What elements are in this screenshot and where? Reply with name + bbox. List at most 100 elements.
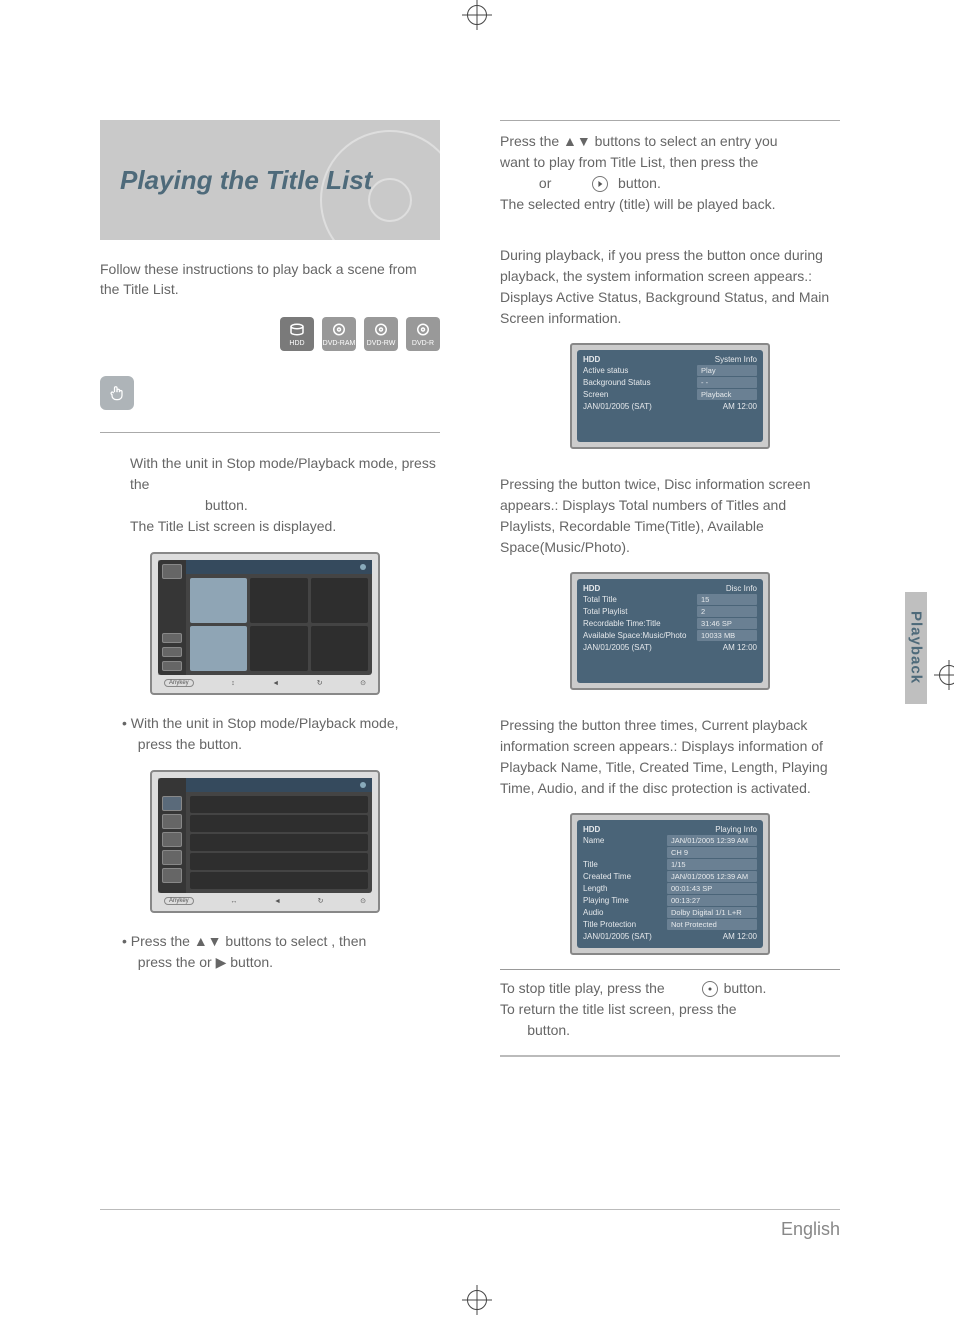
osd-nav-icon: ↻: [317, 679, 323, 687]
osd-side-icon: [162, 647, 182, 657]
osd-menu-icon: [162, 796, 182, 811]
osd-header-dot-icon: [360, 564, 366, 570]
p1-c: or: [539, 175, 590, 191]
osd-side-icon: [162, 661, 182, 671]
row-val: 2: [697, 606, 757, 617]
osd-side-icon: [162, 564, 182, 579]
osd-thumb: [190, 578, 247, 623]
row-label: Active status: [583, 366, 693, 375]
panel-date: JAN/01/2005 (SAT): [583, 643, 652, 652]
row-val: Dolby Digital 1/1 L+R: [667, 907, 757, 918]
hdd-icon: HDD: [280, 317, 314, 351]
dvd-rw-icon: DVD-RW: [364, 317, 398, 351]
bullet1-line2: press the button.: [138, 736, 242, 752]
osd-library: Anykey ↔ ◄ ↻ ⊙: [150, 770, 380, 913]
panel-time: AM 12:00: [723, 402, 757, 411]
hand-touch-icon: [100, 376, 134, 410]
system-info-panel: HDD System Info Active statusPlay Backgr…: [570, 343, 770, 449]
row-label: Playing Time: [583, 896, 663, 905]
row-val: 1/15: [667, 859, 757, 870]
panel-title-right: Playing Info: [715, 825, 757, 834]
row-val: 10033 MB: [697, 630, 757, 641]
info-once: During playback, if you press the button…: [500, 245, 840, 329]
bullet2-line1: Press the ▲▼ buttons to select , then: [131, 933, 367, 949]
panel-date: JAN/01/2005 (SAT): [583, 932, 652, 941]
divider: [100, 432, 440, 433]
anykey-badge: Anykey: [164, 679, 194, 687]
footer: English: [100, 1219, 840, 1240]
dvd-rw-label: DVD-RW: [367, 340, 396, 347]
crop-mark-bottom: [457, 1280, 497, 1320]
panel-title-right: Disc Info: [726, 584, 757, 593]
divider: [500, 120, 840, 121]
osd-cell: [311, 626, 368, 671]
osd-row: [190, 796, 368, 813]
play-circle-icon: [592, 176, 608, 192]
crop-mark-top: [457, 0, 497, 35]
osd-row: [190, 872, 368, 889]
crop-mark-right: [929, 655, 954, 695]
row-val: 31:46 SP: [697, 618, 757, 629]
panel-time: AM 12:00: [723, 643, 757, 652]
panel-title-left: HDD: [583, 825, 600, 834]
row-label: Title Protection: [583, 920, 663, 929]
panel-title-left: HDD: [583, 584, 600, 593]
osd-side-icon: [162, 633, 182, 643]
osd-row: [190, 815, 368, 832]
osd-menu-icon: [162, 814, 182, 829]
p1-a: Press the ▲▼ buttons to select an entry …: [500, 133, 778, 149]
dvd-r-label: DVD-R: [412, 340, 434, 347]
row-label: Name: [583, 836, 663, 845]
section-tab-label: Playback: [908, 611, 925, 684]
row-label: Screen: [583, 390, 693, 399]
dvd-ram-label: DVD-RAM: [323, 340, 356, 347]
select-entry: Press the ▲▼ buttons to select an entry …: [500, 131, 840, 215]
intro-text: Follow these instructions to play back a…: [100, 260, 440, 299]
osd-nav-icon: ↻: [318, 897, 324, 905]
p1-b: want to play from Title List, then press…: [500, 154, 758, 170]
stop-c: button.: [527, 1022, 570, 1038]
footer-divider: [100, 1209, 840, 1210]
osd-nav-icon: ◄: [274, 898, 281, 905]
osd-row: [190, 834, 368, 851]
row-label: Available Space:Music/Photo: [583, 631, 693, 640]
row-label: Total Playlist: [583, 607, 693, 616]
step1-line3: The Title List screen is displayed.: [130, 516, 440, 537]
step-1: With the unit in Stop mode/Playback mode…: [100, 453, 440, 537]
dvd-r-icon: DVD-R: [406, 317, 440, 351]
anykey-badge: Anykey: [164, 897, 194, 905]
row-label: Length: [583, 884, 663, 893]
row-label: Audio: [583, 908, 663, 917]
osd-thumb: [190, 626, 247, 671]
osd-nav-icon: ⊙: [360, 679, 366, 687]
stop-b: To return the title list screen, press t…: [500, 1001, 737, 1017]
bullet-2: • Press the ▲▼ buttons to select , then …: [100, 931, 440, 973]
row-val: Play: [697, 365, 757, 376]
osd-nav-icon: ◄: [272, 680, 279, 687]
section-tab: Playback: [905, 592, 927, 704]
page-content: Playing the Title List Follow these inst…: [100, 120, 840, 1065]
info-twice: Pressing the button twice, Disc informat…: [500, 474, 840, 558]
row-val: CH 9: [667, 847, 757, 858]
row-label: Total Title: [583, 595, 693, 604]
title-banner: Playing the Title List: [100, 120, 440, 240]
osd-cell: [311, 578, 368, 623]
osd-row: [190, 853, 368, 870]
divider: [500, 1055, 840, 1057]
row-label: Background Status: [583, 378, 693, 387]
panel-time: AM 12:00: [723, 932, 757, 941]
osd-cell: [250, 626, 307, 671]
info-thrice: Pressing the button three times, Current…: [500, 715, 840, 799]
panel-title-left: HDD: [583, 355, 600, 364]
row-val: Not Protected: [667, 919, 757, 930]
osd-header-dot-icon: [360, 782, 366, 788]
row-val: 15: [697, 594, 757, 605]
disc-icons: HDD DVD-RAM DVD-RW DVD-R: [100, 317, 440, 351]
left-column: Playing the Title List Follow these inst…: [100, 120, 440, 1065]
step1-line1: With the unit in Stop mode/Playback mode…: [130, 455, 436, 492]
osd-titlelist-1: Anykey ↕ ◄ ↻ ⊙: [150, 552, 380, 695]
footer-language: English: [781, 1219, 840, 1240]
panel-date: JAN/01/2005 (SAT): [583, 402, 652, 411]
row-label: Title: [583, 860, 663, 869]
dvd-ram-icon: DVD-RAM: [322, 317, 356, 351]
